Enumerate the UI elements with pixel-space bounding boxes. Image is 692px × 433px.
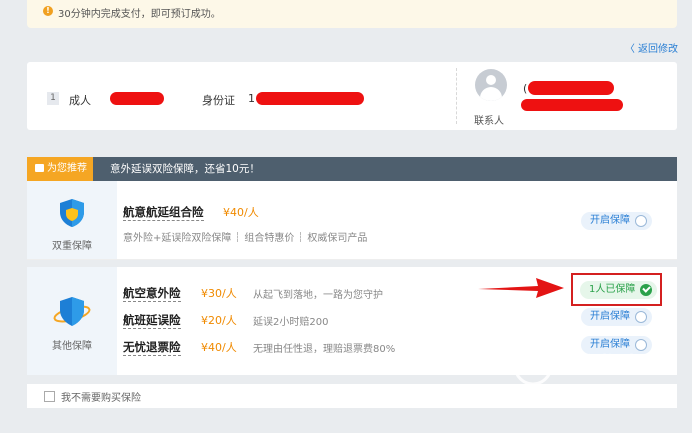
toggle-label: 开启保障	[590, 311, 630, 322]
highlight-box	[571, 273, 662, 306]
user-avatar-icon	[475, 69, 507, 101]
radio-circle-icon	[635, 215, 647, 227]
tag: 意外险+延误险双险保障	[123, 233, 232, 244]
redacted-name	[110, 92, 164, 105]
thumbs-up-icon	[35, 164, 44, 172]
product-name[interactable]: 航班延误险	[123, 312, 181, 329]
radio-circle-icon	[635, 311, 647, 323]
other-side-panel: 其他保障	[27, 267, 117, 375]
product-price: ¥30/人	[201, 287, 237, 300]
notice-text: 30分钟内完成支付，即可预订成功。	[58, 9, 221, 20]
tag: 组合特惠价	[244, 233, 295, 244]
id-type-label: 身份证	[202, 94, 235, 107]
recommend-badge-label: 为您推荐	[47, 163, 87, 174]
product-name[interactable]: 无忧退票险	[123, 339, 181, 356]
product-desc: 从起飞到落地，一路为您守护	[253, 290, 383, 301]
passenger-card: 1 成人 身份证 1 联系人 (	[27, 62, 677, 130]
enable-coverage-toggle[interactable]: 开启保障	[581, 212, 652, 230]
shield-icon	[53, 297, 91, 326]
info-icon: !	[43, 6, 53, 16]
combo-insurance-card: 双重保障 航意航延组合险 ¥40/人 意外险+延误险双险保障 组合特惠价 权威保司产…	[27, 181, 677, 260]
recommend-bar: 为您推荐 意外延误双险保障，还省10元！	[27, 157, 677, 181]
toggle-label: 开启保障	[590, 215, 630, 226]
red-arrow-annotation	[478, 278, 564, 298]
product-name[interactable]: 航空意外险	[123, 285, 181, 302]
product-price: ¥20/人	[201, 314, 237, 327]
combo-tags: 意外险+延误险双险保障 组合特惠价 权威保司产品	[123, 229, 367, 244]
optout-label[interactable]: 我不需要购买保险	[61, 389, 141, 404]
watermark-title: 搜狗指南	[558, 353, 642, 377]
redacted-contact-name	[521, 99, 623, 111]
redacted-id-number	[256, 92, 364, 105]
combo-side-panel: 双重保障	[27, 181, 117, 259]
enable-coverage-toggle[interactable]: 开启保障	[581, 308, 652, 326]
shield-icon	[60, 199, 84, 227]
recommend-badge: 为您推荐	[27, 157, 93, 181]
back-to-edit-link[interactable]: 〈 返回修改	[625, 40, 678, 55]
recommend-message: 意外延误双险保障，还省10元！	[110, 163, 260, 175]
product-desc: 延误2小时赔200	[253, 317, 329, 328]
other-side-label: 其他保障	[52, 341, 92, 352]
passenger-index: 1	[47, 92, 59, 105]
product-price: ¥40/人	[201, 341, 237, 354]
product-name[interactable]: 航意航延组合险	[123, 204, 204, 221]
product-price: ¥40/人	[223, 206, 259, 219]
product-desc: 无理由任性退，理赔退票费80%	[253, 344, 396, 355]
contact-label: 联系人	[474, 116, 504, 127]
payment-notice: ! 30分钟内完成支付，即可预订成功。	[27, 0, 677, 28]
optout-checkbox[interactable]	[44, 391, 55, 402]
tag: 权威保司产品	[307, 233, 368, 244]
sogou-logo-icon: S	[513, 346, 553, 386]
redacted-phone	[528, 81, 614, 95]
contact-phone: (	[523, 82, 528, 95]
id-number: 1	[248, 92, 255, 105]
passenger-type: 成人	[69, 94, 91, 107]
watermark-url: zhinan.sogou.com	[516, 389, 626, 403]
combo-side-label: 双重保障	[52, 241, 92, 252]
svg-text:S: S	[526, 354, 540, 378]
divider	[456, 68, 457, 124]
